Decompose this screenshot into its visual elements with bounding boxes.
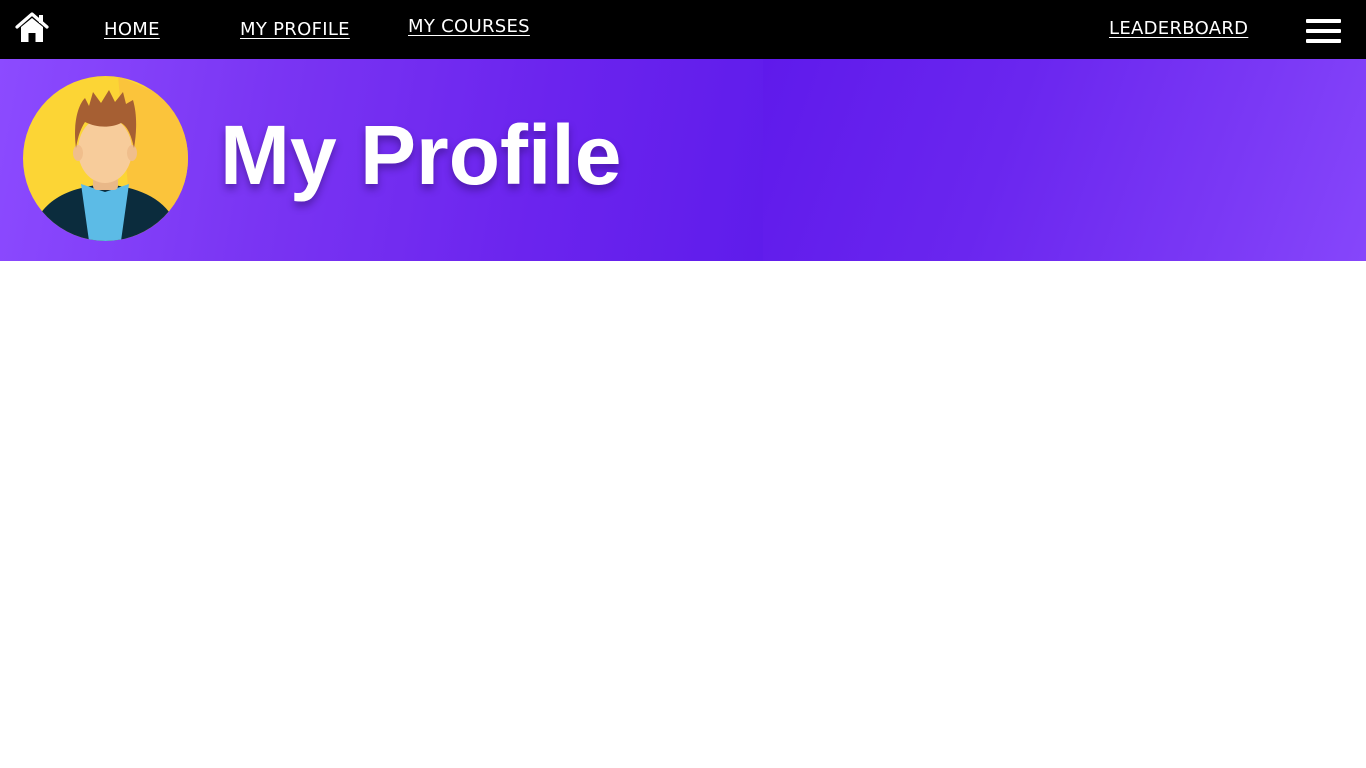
nav-link-my-courses[interactable]: MY COURSES — [408, 16, 530, 37]
hamburger-menu-icon[interactable] — [1306, 19, 1341, 43]
main-content-area — [0, 261, 1366, 768]
nav-link-my-profile[interactable]: MY PROFILE — [240, 19, 350, 40]
nav-link-home[interactable]: HOME — [104, 19, 160, 40]
top-navbar: HOME MY PROFILE MY COURSES LEADERBOARD — [0, 0, 1366, 59]
home-icon[interactable] — [15, 11, 49, 45]
nav-link-leaderboard[interactable]: LEADERBOARD — [1109, 18, 1248, 39]
user-avatar-icon — [23, 76, 188, 241]
page-title: My Profile — [220, 108, 622, 202]
profile-banner: My Profile — [0, 59, 1366, 261]
banner-right-panel — [763, 59, 1366, 261]
